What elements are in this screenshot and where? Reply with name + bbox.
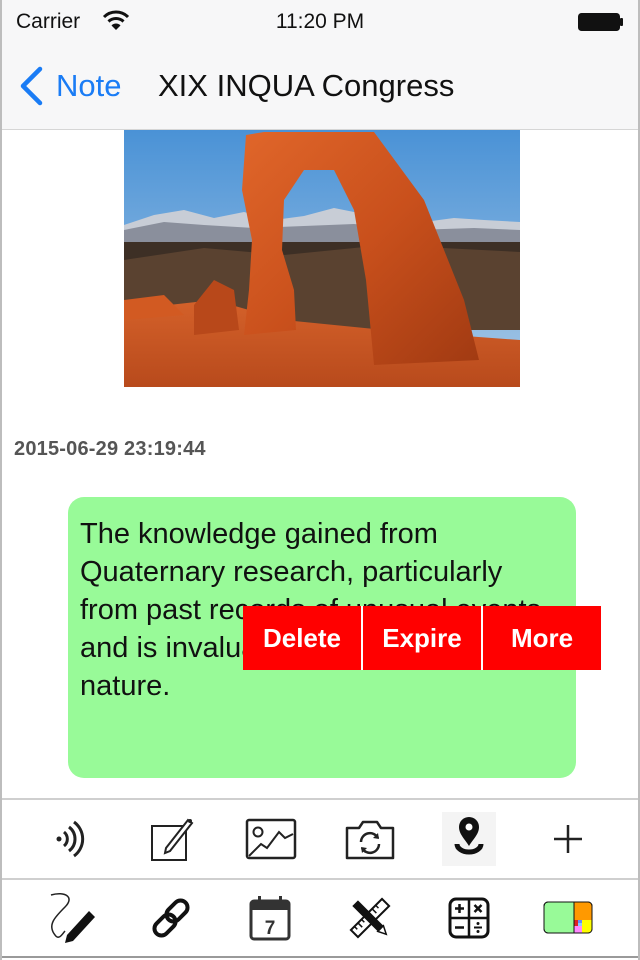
clock: 11:20 PM <box>275 10 365 33</box>
handwriting-pen-icon <box>50 893 95 943</box>
audio-waves-icon <box>56 820 84 858</box>
calculator-button[interactable] <box>439 888 499 948</box>
arch-landscape-image <box>124 130 520 387</box>
battery-full-icon <box>578 13 623 31</box>
calendar-icon: 7 <box>249 896 291 941</box>
tools-button[interactable] <box>340 888 400 948</box>
color-palette-icon <box>543 901 593 934</box>
audio-button[interactable] <box>42 809 102 869</box>
back-button-label: Note <box>56 68 122 103</box>
add-button[interactable] <box>538 809 598 869</box>
edit-note-icon <box>150 818 194 861</box>
link-button[interactable] <box>141 888 201 948</box>
location-pin-icon <box>441 812 496 866</box>
note-timestamp: 2015-06-29 23:19:44 <box>14 438 206 460</box>
delete-button[interactable]: Delete <box>243 606 363 670</box>
page-title: XIX INQUA Congress <box>158 68 455 103</box>
expire-button[interactable]: Expire <box>363 606 483 670</box>
calendar-day: 7 <box>265 918 276 939</box>
camera-switch-icon <box>345 820 394 860</box>
draw-button[interactable] <box>42 888 102 948</box>
plus-icon <box>554 825 583 853</box>
attachment-toolbar <box>2 798 638 878</box>
camera-button[interactable] <box>340 809 400 869</box>
tools-toolbar: 7 <box>2 878 638 958</box>
edit-button[interactable] <box>141 809 201 869</box>
calculator-icon <box>448 897 490 939</box>
color-button[interactable] <box>538 888 598 948</box>
image-icon <box>246 818 297 860</box>
note-photo[interactable] <box>124 130 520 387</box>
location-button[interactable] <box>439 809 499 869</box>
app-screen: Carrier 11:20 PM Note XIX INQUA Congress <box>0 0 640 960</box>
back-button[interactable]: Note <box>18 64 121 108</box>
ruler-pencil-icon <box>349 897 391 939</box>
note-context-menu: Delete Expire More <box>243 606 601 670</box>
link-icon <box>152 898 190 938</box>
status-bar: Carrier 11:20 PM <box>2 0 638 40</box>
navigation-bar: Note XIX INQUA Congress <box>2 40 638 130</box>
more-button[interactable]: More <box>483 606 601 670</box>
image-button[interactable] <box>240 809 300 869</box>
chevron-left-icon <box>20 66 43 106</box>
calendar-button[interactable]: 7 <box>240 888 300 948</box>
